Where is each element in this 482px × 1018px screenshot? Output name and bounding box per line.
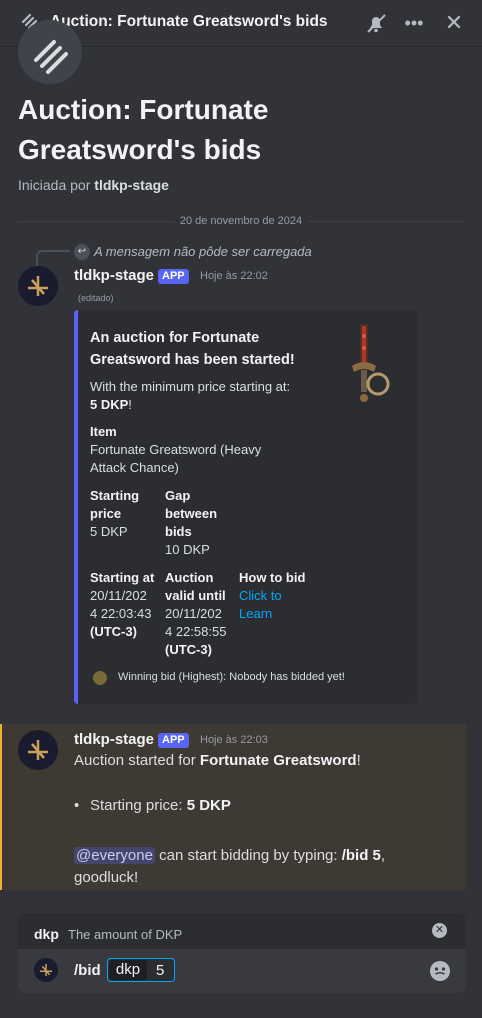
footer-coin-icon xyxy=(93,671,107,685)
bell-slash-icon[interactable] xyxy=(364,11,388,35)
message-content-2: @everyone can start bidding by typing: /… xyxy=(74,847,386,886)
hint-option-description: The amount of DKP xyxy=(68,927,183,942)
bot-avatar-icon xyxy=(18,730,58,770)
reply-text[interactable]: A mensagem não pôde ser carregada xyxy=(94,244,312,259)
message-author[interactable]: tldkp-stage xyxy=(74,267,154,284)
field-valid-until: Auction valid until 20/11/202 4 22:58:55… xyxy=(165,570,227,657)
message-timestamp[interactable]: Hoje às 22:02 xyxy=(200,270,268,282)
avatar[interactable] xyxy=(18,266,58,306)
field-gap-between-bids: Gap between bids 10 DKP xyxy=(165,488,218,557)
thread-avatar-icon xyxy=(34,40,68,74)
slash-command: /bid xyxy=(74,962,101,979)
close-hint-icon[interactable]: ✕ xyxy=(432,923,447,938)
message-content: Auction started for Fortunate Greatsword… xyxy=(74,752,361,769)
thread-title: Auction: Fortunate Greatsword's bids xyxy=(18,94,269,165)
greatsword-thumbnail[interactable] xyxy=(330,322,400,408)
window-title: Auction: Fortunate Greatsword's bids xyxy=(50,13,328,30)
app-badge: APP xyxy=(158,269,189,284)
command-option-name: dkp xyxy=(109,960,147,980)
command-app-icon xyxy=(34,958,58,982)
bot-avatar-icon xyxy=(34,958,58,982)
how-to-bid-link[interactable]: Click to Learn xyxy=(239,587,319,623)
field-how-to-bid: How to bid Click to Learn xyxy=(239,569,319,623)
reply-icon: ↩ xyxy=(74,244,90,260)
bullet-item: • Starting price: 5 DKP xyxy=(74,797,231,814)
field-starting-price: Starting price 5 DKP xyxy=(90,488,140,539)
everyone-mention[interactable]: @everyone xyxy=(74,847,155,864)
embed-title: An auction for Fortunate Greatsword has … xyxy=(90,330,295,368)
field-item: Item Fortunate Greatsword (Heavy Attack … xyxy=(90,424,262,475)
started-by-user[interactable]: tldkp-stage xyxy=(94,177,169,193)
more-icon[interactable]: ••• xyxy=(402,11,426,35)
message-timestamp[interactable]: Hoje às 22:03 xyxy=(200,734,268,746)
embed-footer: Winning bid (Highest): Nobody has bidded… xyxy=(118,671,345,683)
message-author[interactable]: tldkp-stage xyxy=(74,731,154,748)
hint-option-name: dkp xyxy=(34,926,59,942)
bot-avatar-icon xyxy=(18,266,58,306)
embed-description: With the minimum price starting at: 5 DK… xyxy=(90,379,291,412)
date-divider: 20 de novembro de 2024 xyxy=(0,215,482,227)
reply-connector xyxy=(36,250,70,266)
app-badge: APP xyxy=(158,733,189,748)
started-by: Iniciada por tldkp-stage xyxy=(18,177,169,193)
command-option-value[interactable]: 5 xyxy=(156,962,164,979)
edited-label: (editado) xyxy=(78,293,114,303)
close-icon[interactable]: ✕ xyxy=(442,11,466,35)
field-starting-at: Starting at 20/11/202 4 22:03:43 (UTC-3) xyxy=(90,570,155,639)
emoji-icon[interactable] xyxy=(429,960,451,982)
avatar[interactable] xyxy=(18,730,58,770)
thread-avatar xyxy=(18,20,82,84)
